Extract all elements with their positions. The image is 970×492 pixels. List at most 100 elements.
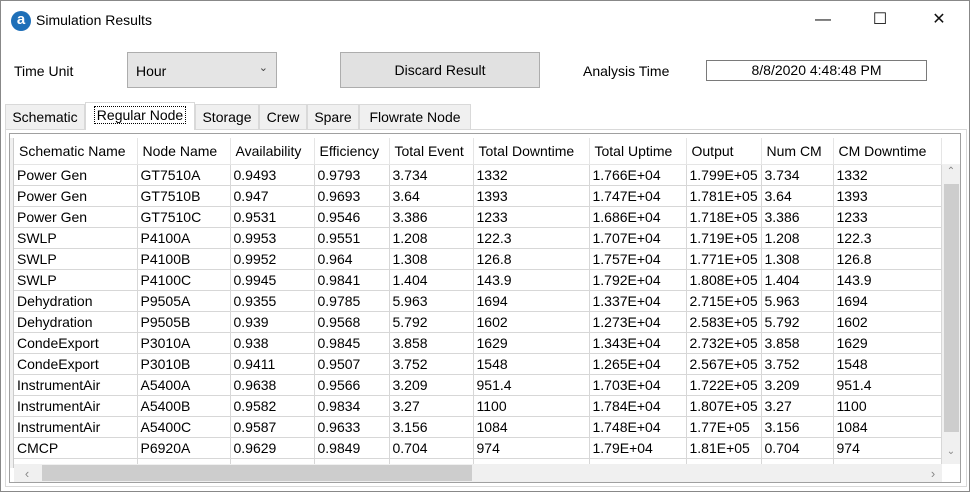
table-cell[interactable]: 1233 [473,206,590,228]
table-cell[interactable]: GT7510B [137,185,231,207]
table-cell[interactable]: 3.64 [389,185,474,207]
table-cell[interactable]: 1.273E+04 [589,311,687,333]
table-cell[interactable]: 1393 [833,185,942,207]
table-row[interactable]: CondeExport P3010B 0.9411 0.9507 3.752 1548 1.… [14,353,942,375]
table-cell[interactable]: 1.79E+04 [589,437,687,459]
table-cell[interactable]: 974 [473,437,590,459]
table-cell[interactable]: 1.766E+04 [589,164,687,186]
table-cell[interactable]: Power Gen [14,185,138,207]
table-cell[interactable]: 1.265E+04 [589,353,687,375]
table-cell[interactable]: P4100A [137,227,231,249]
table-cell[interactable]: 0.9531 [230,206,315,228]
table-cell[interactable]: 1.799E+05 [686,164,762,186]
table-cell[interactable]: Dehydration [14,311,138,333]
table-row[interactable]: CondeExport P3010A 0.938 0.9845 3.858 1629 1.3… [14,332,942,354]
table-cell[interactable]: 1.308 [389,248,474,270]
table-cell[interactable]: 1.686E+04 [589,206,687,228]
table-cell[interactable]: 1.404 [389,269,474,291]
table-cell[interactable]: 143.9 [833,269,942,291]
table-cell[interactable]: 3.734 [389,164,474,186]
table-row[interactable]: SWLP P4100C 0.9945 0.9841 1.404 143.9 1.792E+0… [14,269,942,291]
table-cell[interactable]: SWLP [14,227,138,249]
table-cell[interactable]: 1.771E+05 [686,248,762,270]
table-cell[interactable]: 1084 [833,416,942,438]
table-row[interactable]: InstrumentAir A5400B 0.9582 0.9834 3.27 1100 1… [14,395,942,417]
column-header[interactable]: Availability [230,138,315,165]
table-cell[interactable]: 1332 [473,164,590,186]
table-cell[interactable]: P3010A [137,332,231,354]
column-header[interactable]: Total Downtime [473,138,590,165]
time-unit-dropdown[interactable]: Hour ⌄ [127,52,277,88]
table-cell[interactable]: 0.9411 [230,353,315,375]
table-cell[interactable]: 974 [833,437,942,459]
table-cell[interactable]: P3010B [137,353,231,375]
maximize-button[interactable]: ☐ [865,9,895,31]
table-cell[interactable]: 1.722E+05 [686,374,762,396]
tab-spare[interactable]: Spare [307,104,359,129]
discard-result-button[interactable]: Discard Result [340,52,540,88]
table-cell[interactable]: 1694 [473,290,590,312]
column-header[interactable]: Total Uptime [589,138,687,165]
table-cell[interactable]: 0.9638 [230,374,315,396]
table-cell[interactable]: Dehydration [14,290,138,312]
table-cell[interactable]: 1.807E+05 [686,395,762,417]
table-row[interactable]: SWLP P4100B 0.9952 0.964 1.308 126.8 1.757E+04… [14,248,942,270]
tab-flowrate-node[interactable]: Flowrate Node [359,104,471,129]
table-cell[interactable]: 1629 [473,332,590,354]
table-cell[interactable]: 1233 [833,206,942,228]
table-cell[interactable]: 122.3 [833,227,942,249]
table-cell[interactable]: 2.583E+05 [686,311,762,333]
table-cell[interactable]: A5400C [137,416,231,438]
table-cell[interactable]: P4100B [137,248,231,270]
table-cell[interactable]: 0.9952 [230,248,315,270]
table-cell[interactable]: 1393 [473,185,590,207]
table-cell[interactable]: 1.718E+05 [686,206,762,228]
table-cell[interactable]: 0.964 [314,248,390,270]
table-cell[interactable]: 1602 [833,311,942,333]
column-header[interactable]: Node Name [137,138,231,165]
table-cell[interactable]: 1084 [473,416,590,438]
table-cell[interactable]: 0.9945 [230,269,315,291]
table-cell[interactable]: 3.27 [389,395,474,417]
table-cell[interactable]: 0.9629 [230,437,315,459]
table-row[interactable]: CMCP P6920A 0.9629 0.9849 0.704 974 1.79E+04 1.… [14,437,942,459]
table-cell[interactable]: 1.337E+04 [589,290,687,312]
table-cell[interactable]: 1100 [833,395,942,417]
table-cell[interactable]: 1.707E+04 [589,227,687,249]
table-cell[interactable]: 3.386 [761,206,834,228]
table-cell[interactable]: 0.9582 [230,395,315,417]
table-cell[interactable]: 0.9355 [230,290,315,312]
column-header[interactable]: CM Downtime [833,138,942,165]
table-cell[interactable]: 1.343E+04 [589,332,687,354]
scroll-right-icon[interactable]: › [924,466,942,481]
scroll-up-icon[interactable]: ⌃ [942,166,960,177]
column-header[interactable]: Output [686,138,762,165]
scroll-left-icon[interactable]: ‹ [18,466,36,481]
table-cell[interactable]: 3.209 [389,374,474,396]
column-header[interactable]: Num CM [761,138,834,165]
column-header[interactable]: Efficiency [314,138,390,165]
table-cell[interactable]: 3.858 [389,332,474,354]
table-cell[interactable]: 0.9841 [314,269,390,291]
table-cell[interactable]: 2.732E+05 [686,332,762,354]
table-cell[interactable]: 0.9633 [314,416,390,438]
tab-regular-node[interactable]: Regular Node [85,102,195,130]
table-cell[interactable]: Power Gen [14,164,138,186]
table-cell[interactable]: 3.209 [761,374,834,396]
table-cell[interactable]: 5.792 [761,311,834,333]
table-cell[interactable]: 1.719E+05 [686,227,762,249]
table-cell[interactable]: 1602 [473,311,590,333]
table-cell[interactable]: 1548 [473,353,590,375]
table-cell[interactable]: 3.858 [761,332,834,354]
table-cell[interactable]: 3.156 [389,416,474,438]
table-cell[interactable]: 3.752 [761,353,834,375]
tab-schematic[interactable]: Schematic [5,104,85,129]
column-header[interactable]: Total Event [389,138,474,165]
table-cell[interactable]: 0.9507 [314,353,390,375]
table-cell[interactable]: 0.9546 [314,206,390,228]
table-cell[interactable]: 1.781E+05 [686,185,762,207]
table-cell[interactable]: InstrumentAir [14,374,138,396]
table-cell[interactable]: SWLP [14,269,138,291]
table-cell[interactable]: 3.27 [761,395,834,417]
table-cell[interactable]: 1100 [473,395,590,417]
